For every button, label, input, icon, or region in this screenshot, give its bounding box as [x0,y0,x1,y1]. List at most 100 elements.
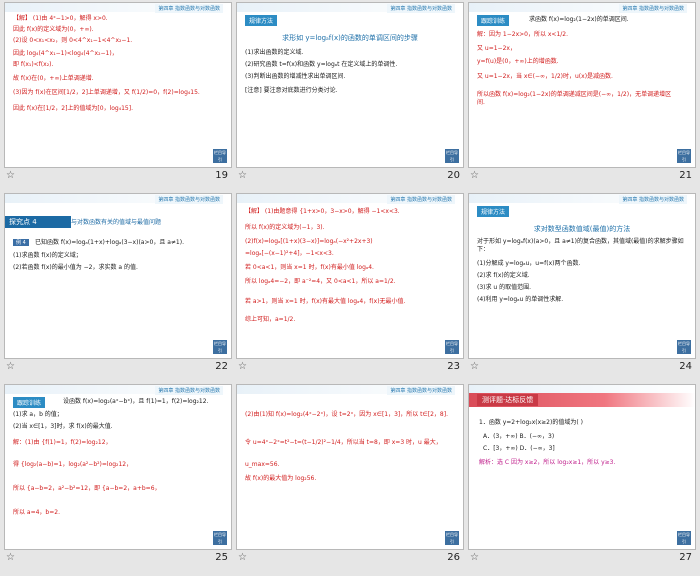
star-icon[interactable]: ☆ [6,552,15,563]
nav-corner-icon[interactable]: 栏目导引 [677,340,691,354]
slide-footer: ☆ 26 [236,550,464,568]
slide-cell[interactable]: 第四章 指数函数与对数函数 跟踪训练 设函数 f(x)=log₂(aˣ−bˣ)，… [4,384,232,570]
slide-line: 令 u=4ˣ−2ˣ=t²−t=(t−1/2)²−1/4，所以当 t=8，即 x=… [245,439,442,446]
star-icon[interactable]: ☆ [6,170,15,181]
slide-footer: ☆ 20 [236,168,464,186]
slide-cell[interactable]: 第四章 指数函数与对数函数 规律方法 求形如 y=logₐf(x)的函数的单调区… [236,2,464,188]
star-icon[interactable]: ☆ [238,361,247,372]
slide-thumbnail[interactable]: 第四章 指数函数与对数函数 规律方法 求形如 y=logₐf(x)的函数的单调区… [236,2,464,168]
chapter-label: 第四章 指数函数与对数函数 [619,4,687,13]
slide-line: (1)求出函数的定义域. [245,49,304,56]
slide-thumbnail[interactable]: 第四章 指数函数与对数函数 跟踪训练 设函数 f(x)=log₂(aˣ−bˣ)，… [4,384,232,550]
slide-line: C．[3，+∞) D．(−∞，3] [483,445,555,452]
star-icon[interactable]: ☆ [470,552,479,563]
section-title: 与对数函数有关的值域与最值问题 [71,219,162,226]
slide-line: 所以 f(x)的定义域为(−1，3). [245,224,325,231]
slide-line: 1．函数 y=2+log₂x(x≥2)的值域为( ) [479,419,583,426]
nav-corner-icon[interactable]: 栏目导引 [213,149,227,163]
slide-line: (1)求函数 f(x)的定义域； [13,252,82,259]
nav-corner-icon[interactable]: 栏目导引 [213,340,227,354]
slide-number: 22 [215,361,228,372]
slide-line: (2)求 f(x)的定义域. [477,272,530,279]
slide-cell[interactable]: 第四章 指数函数与对数函数 规律方法 求对数型函数值域(最值)的方法 对于形如 … [468,193,696,379]
slide-heading: 求对数型函数值域(最值)的方法 [533,225,631,233]
slide-number: 27 [679,552,692,563]
slide-line: (2)当 x∈[1，3]时，求 f(x)的最大值. [13,423,113,430]
slide-line: =logₐ[−(x−1)²+4]，−1<x<3. [245,250,334,257]
slide-line: (2)由(1)知 f(x)=log₂(4ˣ−2ˣ)，设 t=2ˣ，因为 x∈[1… [245,411,448,418]
slide-thumbnail[interactable]: 第四章 指数函数与对数函数 跟踪训练 求函数 f(x)=log₂(1−2x)的单… [468,2,696,168]
slide-footer: ☆ 21 [468,168,696,186]
slide-line: (3)求 u 的取值范围. [477,284,532,291]
slide-number: 25 [215,552,228,563]
slide-line: y=f(u)是(0，+∞)上的增函数. [477,58,559,65]
slide-line: (2)f(x)=logₐ[(1+x)(3−x)]=logₐ(−x²+2x+3) [245,238,373,245]
star-icon[interactable]: ☆ [238,552,247,563]
practice-tag: 跟踪训练 [477,15,510,26]
slide-line: 若 0<a<1，则当 x=1 时，f(x)有最小值 logₐ4. [245,264,374,271]
slide-line: 求函数 f(x)=log₂(1−2x)的单调区间. [529,16,629,23]
slide-line: (1)分解成 y=logₐu，u=f(x)两个函数. [477,260,581,267]
slide-thumbnail[interactable]: 第四章 指数函数与对数函数 规律方法 求对数型函数值域(最值)的方法 对于形如 … [468,193,696,359]
slide-line: 又 u=1−2x，当 x∈(−∞，1/2)时，u(x)是减函数. [477,73,613,80]
chapter-label: 第四章 指数函数与对数函数 [387,386,455,395]
slide-grid: 第四章 指数函数与对数函数 【解】 (1)由 4ˣ−1>0，解得 x>0. 因此… [4,2,696,574]
slide-thumbnail[interactable]: 第四章 指数函数与对数函数 【解】 (1)由 4ˣ−1>0，解得 x>0. 因此… [4,2,232,168]
slide-line: 所以 logₐ4=−2，即 a⁻²=4，又 0<a<1，所以 a=1/2. [245,278,396,285]
slide-line: 因此 log₄(4^x₁−1)<log₄(4^x₂−1)， [13,50,118,57]
slide-cell[interactable]: 测评题·达标反馈 1．函数 y=2+log₂x(x≥2)的值域为( ) A．(3… [468,384,696,570]
slide-thumbnail[interactable]: 测评题·达标反馈 1．函数 y=2+log₂x(x≥2)的值域为( ) A．(3… [468,384,696,550]
example-badge: 例 4 [13,239,29,246]
slide-number: 23 [447,361,460,372]
slide-thumbnail[interactable]: 第四章 指数函数与对数函数 探究点 4 与对数函数有关的值域与最值问题 例 4 … [4,193,232,359]
slide-line: (4)利用 y=logₐu 的单调性求解. [477,296,564,303]
slide-line: 解析：选 C 因为 x≥2，所以 log₂x≥1，所以 y≥3. [479,459,616,466]
nav-corner-icon[interactable]: 栏目导引 [677,149,691,163]
star-icon[interactable]: ☆ [238,170,247,181]
slide-thumbnail[interactable]: 第四章 指数函数与对数函数 (2)由(1)知 f(x)=log₂(4ˣ−2ˣ)，… [236,384,464,550]
slide-line: [注意] 要注意对底数进行分类讨论. [245,87,338,94]
slide-cell[interactable]: 第四章 指数函数与对数函数 跟踪训练 求函数 f(x)=log₂(1−2x)的单… [468,2,696,188]
chapter-label: 第四章 指数函数与对数函数 [387,4,455,13]
slide-line: 【解】 (1)由 4ˣ−1>0，解得 x>0. [13,15,108,22]
nav-corner-icon[interactable]: 栏目导引 [445,531,459,545]
slide-cell[interactable]: 第四章 指数函数与对数函数 【解】 (1)由 4ˣ−1>0，解得 x>0. 因此… [4,2,232,188]
slide-line: u_max=56. [245,461,280,468]
nav-corner-icon[interactable]: 栏目导引 [445,149,459,163]
chapter-label: 第四章 指数函数与对数函数 [155,386,223,395]
slide-line: 所以 a=4，b=2. [13,509,60,516]
nav-corner-icon[interactable]: 栏目导引 [213,531,227,545]
slide-line: 得 {log₂(a−b)=1，log₂(a²−b²)=log₂12， [13,461,133,468]
slide-heading: 求形如 y=logₐf(x)的函数的单调区间的步骤 [282,34,418,42]
slide-footer: ☆ 22 [4,359,232,377]
slide-number: 24 [679,361,692,372]
slide-line: 又 u=1−2x， [477,45,516,52]
slide-line: 综上可知，a=1/2. [245,316,296,323]
slide-line: (2)研究函数 t=f(x)和函数 y=logₐt 在定义域上的单调性. [245,61,398,68]
slide-thumbnail[interactable]: 第四章 指数函数与对数函数 【解】 (1)由题意得 {1+x>0，3−x>0，解… [236,193,464,359]
slide-footer: ☆ 24 [468,359,696,377]
slide-cell[interactable]: 第四章 指数函数与对数函数 (2)由(1)知 f(x)=log₂(4ˣ−2ˣ)，… [236,384,464,570]
star-icon[interactable]: ☆ [6,361,15,372]
slide-cell[interactable]: 第四章 指数函数与对数函数 【解】 (1)由题意得 {1+x>0，3−x>0，解… [236,193,464,379]
chapter-label: 第四章 指数函数与对数函数 [619,195,687,204]
slide-footer: ☆ 19 [4,168,232,186]
slide-cell[interactable]: 第四章 指数函数与对数函数 探究点 4 与对数函数有关的值域与最值问题 例 4 … [4,193,232,379]
practice-tag: 跟踪训练 [13,397,46,408]
chapter-label: 第四章 指数函数与对数函数 [155,4,223,13]
slide-line: (3)判断出函数的增减性求出单调区间. [245,73,346,80]
assessment-tag: 测评题·达标反馈 [477,394,539,406]
star-icon[interactable]: ☆ [470,170,479,181]
slide-line: 故 f(x)在(0，+∞)上单调递增. [13,75,94,82]
method-tag: 规律方法 [477,206,510,217]
star-icon[interactable]: ☆ [470,361,479,372]
slide-line: A．(3，+∞) B．(−∞，3) [483,433,555,440]
nav-corner-icon[interactable]: 栏目导引 [677,531,691,545]
slide-line: 故 f(x)的最大值为 log₂56. [245,475,317,482]
slide-line: 已知函数 f(x)=logₐ(1+x)+logₐ(3−x)(a>0，且 a≠1)… [35,239,184,246]
chapter-label: 第四章 指数函数与对数函数 [155,195,223,204]
nav-corner-icon[interactable]: 栏目导引 [445,340,459,354]
chapter-label: 第四章 指数函数与对数函数 [387,195,455,204]
slide-footer: ☆ 23 [236,359,464,377]
slide-line: 所以函数 f(x)=log₂(1−2x)的单调递减区间是(−∞，1/2)，无单调… [477,91,672,106]
